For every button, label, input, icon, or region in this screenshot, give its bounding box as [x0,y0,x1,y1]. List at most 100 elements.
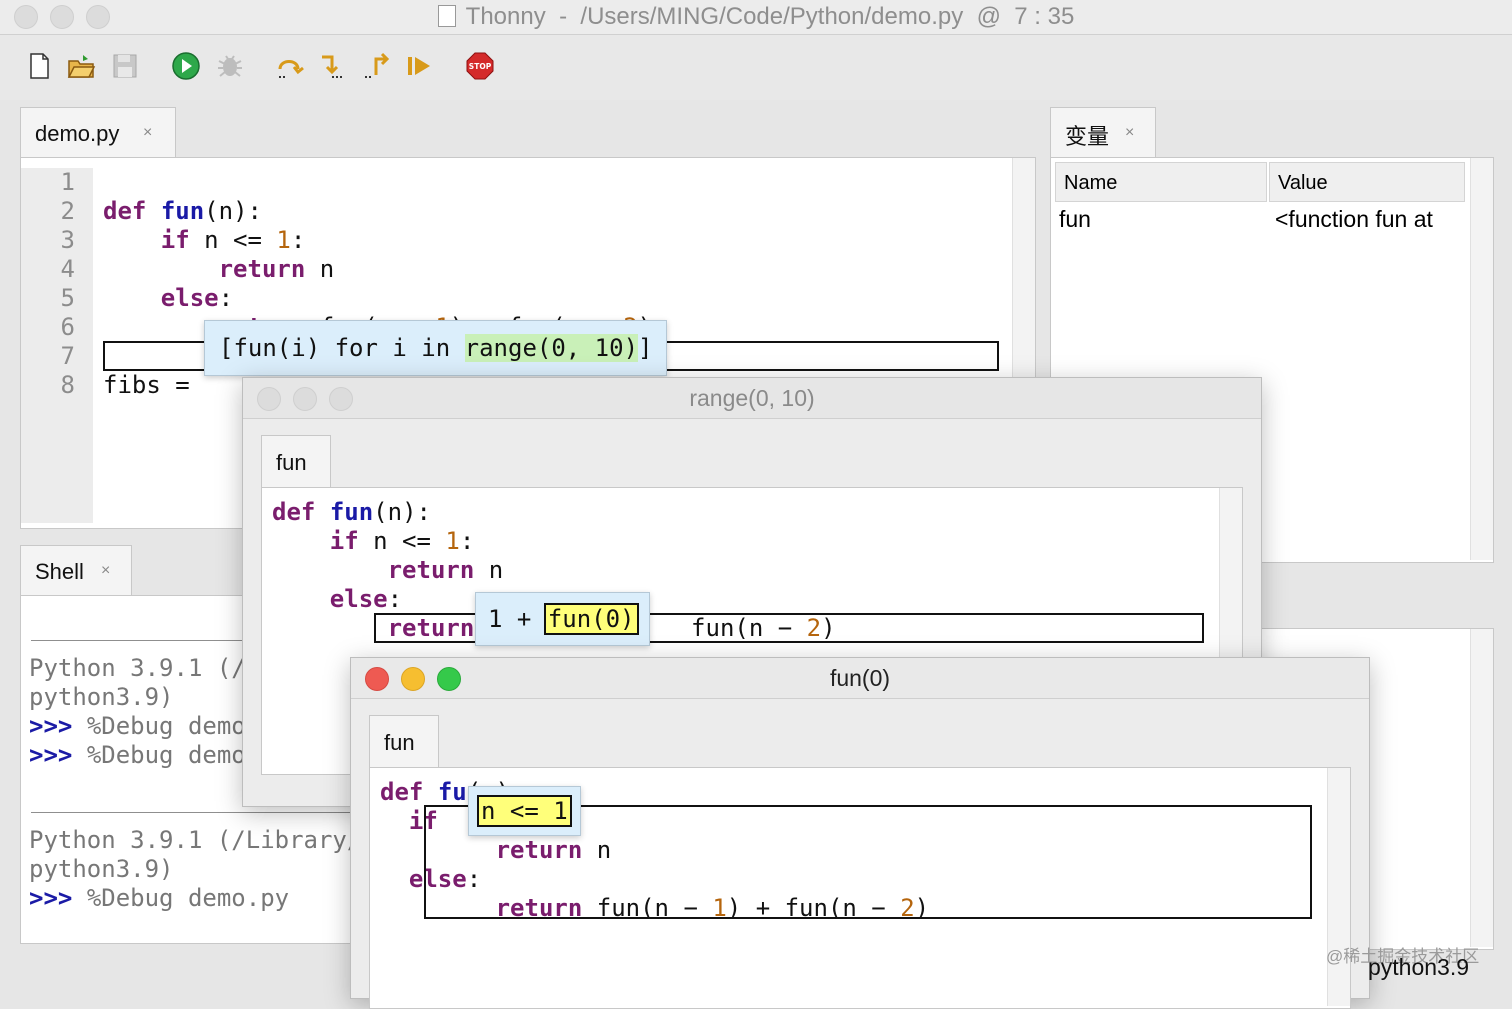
popup-text: ] [638,334,653,362]
code-text: n [305,255,335,283]
tab-demo-py[interactable]: demo.py × [20,107,176,158]
variable-name[interactable]: fun [1059,206,1091,233]
kw-def: def [380,778,424,806]
document-icon [437,5,456,27]
shell-command: %Debug demo [86,741,246,769]
code-number: 1 [276,226,291,254]
code-text: : [290,226,306,254]
code-text: n <= [189,226,277,254]
close-tab-icon[interactable]: × [1125,124,1134,142]
shell-prompt: >>> [29,741,73,769]
shell-command[interactable]: %Debug demo.py [87,884,289,912]
interpreter-status[interactable]: python3.9 [1368,954,1469,981]
line-number: 4 [60,255,75,283]
new-icon[interactable] [24,51,54,81]
frame-window-title: fun(0) [829,665,891,691]
close-window-button[interactable] [257,387,281,411]
kw-def: def [103,197,147,225]
window-title: Thonny - /Users/MING/Code/Python/demo.py… [0,3,1512,31]
kw-return: return [218,255,306,283]
open-icon[interactable] [66,51,96,81]
shell-line: python3.9) [29,855,174,883]
shell-separator [31,812,361,813]
shell-output-2: Python 3.9.1 (/Library/python3.9) >>> %De… [29,826,361,913]
zoom-window-button[interactable] [329,387,353,411]
minimize-window-button[interactable] [293,387,317,411]
tab-fun[interactable]: fun [369,715,439,768]
zoom-window-button[interactable] [437,667,461,691]
tab-shell[interactable]: Shell × [20,545,132,596]
frame-window-titlebar[interactable]: fun(0) [351,658,1369,699]
close-tab-icon[interactable]: × [143,124,152,142]
close-window-button[interactable] [365,667,389,691]
minimize-window-button[interactable] [401,667,425,691]
popup-text: [fun(i) for i in [219,334,465,362]
tab-shell-label: Shell [35,559,84,584]
popup-highlight: range(0, 10) [464,334,639,362]
line-number: 5 [60,284,75,312]
fn-name: fu [437,778,467,806]
tab-fun-label: fun [276,450,307,475]
resume-icon[interactable] [405,51,435,81]
code-text: fibs = [103,371,205,399]
code-line-1: def fun(n): [103,197,652,226]
popup-highlight: fun(0) [543,603,639,635]
tab-fun[interactable]: fun [261,435,331,488]
kw-else: else [329,585,388,613]
tab-demo-py-label: demo.py [35,121,120,146]
line-number-gutter: 12345678 [21,168,93,523]
evaluation-popup: 1 + fun(0) [475,592,650,646]
variables-scrollbar[interactable] [1470,158,1493,560]
frame-window-titlebar[interactable]: range(0, 10) [243,378,1261,419]
line-number: 7 [60,342,75,370]
code-text: (n): [204,197,262,225]
code-text: : [459,527,475,555]
frame-window-title: range(0, 10) [689,385,815,411]
line-number: 2 [60,197,75,225]
step-over-icon[interactable] [276,51,306,81]
line-number: 3 [60,226,75,254]
code-line-4: else: [103,284,652,313]
variable-value[interactable]: <function fun at [1275,206,1461,233]
shell-prompt: >>> [29,712,73,740]
debug-icon[interactable] [215,51,245,81]
code-text: n [474,556,504,584]
title-cursor: 7 : 35 [1014,3,1075,30]
shell-line: Python 3.9.1 (/ [29,654,246,682]
lower-scrollbar[interactable] [1470,629,1493,947]
title-app: Thonny [465,3,546,30]
popup-text: 1 + [488,605,546,633]
fn-name: fun [329,498,374,526]
toolbar: STOP [0,35,1512,100]
run-icon[interactable] [171,51,201,81]
line-number: 1 [60,168,75,196]
save-icon[interactable] [110,51,140,81]
shell-line: python3.9) [29,683,174,711]
fn-name: fun [160,197,205,225]
kw-return: return [387,556,475,584]
column-header-value[interactable]: Value [1269,162,1465,202]
column-header-name[interactable]: Name [1055,162,1267,202]
code-text: n <= [358,527,446,555]
kw-else: else [160,284,219,312]
step-out-icon[interactable] [362,51,392,81]
evaluation-popup: [fun(i) for i in range(0, 10)] [204,320,668,376]
code-text: : [387,585,403,613]
code-line-2: if n <= 1: [103,226,652,255]
step-into-icon[interactable] [318,51,348,81]
stop-icon[interactable]: STOP [465,51,495,81]
line-number: 8 [60,371,75,399]
frame-scrollbar[interactable] [1327,768,1350,1006]
shell-command: %Debug demo [86,712,246,740]
close-tab-icon[interactable]: × [101,562,110,580]
evaluation-popup: n <= 1 [468,786,581,836]
stop-label: STOP [469,62,492,71]
shell-line: Python 3.9.1 (/Library/ [29,826,362,854]
code-line-3: return n [103,255,652,284]
tab-fun-label: fun [384,730,415,755]
title-path: /Users/MING/Code/Python/demo.py [580,3,964,30]
popup-highlight: n <= 1 [477,795,572,827]
tab-variables[interactable]: 变量 × [1050,107,1156,158]
kw-def: def [272,498,316,526]
code-text: : [218,284,234,312]
